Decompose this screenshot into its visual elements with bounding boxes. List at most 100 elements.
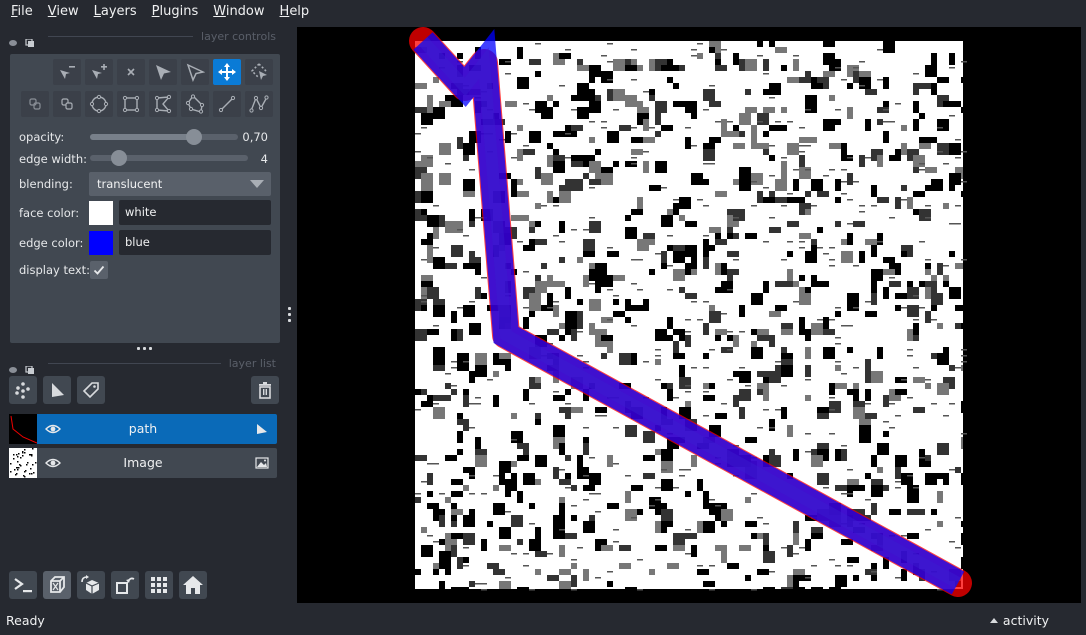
face-color-swatch[interactable] — [89, 201, 113, 225]
opacity-label: opacity: — [19, 130, 65, 144]
roll-cube-icon — [81, 575, 100, 594]
points-icon — [15, 382, 30, 399]
add-polygon-button[interactable] — [181, 91, 209, 117]
layer-controls-title: layer controls — [201, 29, 276, 43]
edge-width-value: 4 — [260, 152, 268, 166]
console-icon — [14, 578, 32, 593]
move-front-button[interactable] — [53, 91, 81, 117]
menu-file[interactable]: File — [4, 1, 41, 23]
layer-list-title: layer list — [228, 356, 276, 370]
opacity-slider-fill — [90, 134, 194, 140]
shapes-icon — [52, 383, 64, 397]
select-shape-button[interactable] — [149, 59, 177, 85]
face-color-label: face color: — [19, 206, 80, 220]
move-front-icon — [61, 98, 73, 110]
layer-controls-header: layer controls — [8, 29, 276, 47]
menu-view[interactable]: View — [41, 1, 87, 23]
display-text-checkbox[interactable] — [90, 261, 108, 279]
grid-icon — [151, 577, 167, 593]
tag-icon — [82, 382, 99, 399]
ellipse-icon — [89, 94, 109, 114]
dock-splitter-handle[interactable] — [288, 307, 291, 322]
select-vertex-button[interactable] — [181, 59, 209, 85]
home-icon — [183, 576, 203, 594]
transform-icon — [250, 63, 267, 80]
add-line-button[interactable] — [213, 91, 241, 117]
grid-view-button[interactable] — [145, 571, 173, 599]
activity-button[interactable]: activity — [989, 613, 1049, 628]
panel-splitter-handle[interactable] — [137, 347, 152, 350]
menu-bar: File View Layers Plugins Window Help — [0, 0, 1086, 24]
layer-list-header: layer list — [8, 356, 276, 374]
polygon-lasso-icon — [154, 94, 172, 114]
opacity-slider[interactable] — [90, 129, 238, 145]
edge-width-slider-handle[interactable] — [110, 150, 127, 166]
expand-up-icon — [989, 618, 998, 623]
status-text: Ready — [6, 613, 45, 628]
remove-vertex-button[interactable] — [53, 59, 81, 85]
layer-row-image[interactable]: Image — [9, 448, 277, 478]
new-shapes-layer-button[interactable] — [43, 376, 71, 404]
canvas-scene — [409, 27, 972, 597]
console-button[interactable] — [9, 571, 37, 599]
close-panel-icon[interactable] — [25, 359, 35, 374]
activity-label: activity — [1002, 613, 1049, 628]
dropdown-arrow-icon — [250, 180, 264, 188]
face-color-value: white — [125, 205, 157, 219]
ndisplay-toggle-button[interactable] — [43, 571, 71, 599]
close-icon — [127, 68, 135, 76]
opacity-value: 0,70 — [242, 130, 268, 144]
roll-dims-button[interactable] — [77, 571, 105, 599]
layer-thumbnail — [9, 448, 37, 478]
add-path-button[interactable] — [245, 91, 273, 117]
arrow-filled-icon — [156, 65, 171, 80]
edge-color-input[interactable]: blue — [119, 230, 271, 255]
add-ellipse-button[interactable] — [85, 91, 113, 117]
3d-cube-wireframe-icon — [50, 576, 65, 593]
rectangle-icon — [122, 95, 140, 113]
float-panel-icon[interactable] — [8, 32, 18, 46]
image-layer-type-icon — [255, 457, 269, 469]
trash-icon — [259, 382, 271, 399]
add-vertex-button[interactable] — [85, 59, 113, 85]
blending-value: translucent — [97, 177, 163, 191]
edge-color-value: blue — [125, 235, 150, 249]
blending-select[interactable]: translucent — [89, 172, 271, 196]
layer-controls-panel: opacity: 0,70 edge width: 4 blending: tr… — [10, 54, 280, 343]
remove-vertex-icon — [60, 66, 75, 79]
menu-window[interactable]: Window — [206, 1, 272, 23]
transform-button[interactable] — [245, 59, 273, 85]
menu-help[interactable]: Help — [273, 1, 318, 23]
close-panel-icon[interactable] — [25, 32, 35, 47]
add-polygon-lasso-button[interactable] — [149, 91, 177, 117]
edge-color-label: edge color: — [19, 236, 84, 250]
edge-width-slider[interactable] — [90, 150, 248, 166]
pan-zoom-button[interactable] — [213, 59, 241, 85]
delete-layer-button[interactable] — [251, 376, 279, 404]
face-color-input[interactable]: white — [119, 200, 271, 225]
add-vertex-icon — [92, 64, 107, 79]
reset-view-button[interactable] — [179, 571, 207, 599]
float-panel-icon[interactable] — [8, 359, 18, 373]
new-labels-layer-button[interactable] — [77, 376, 105, 404]
move-back-button[interactable] — [21, 91, 49, 117]
path-icon — [249, 95, 269, 113]
checkmark-icon — [93, 265, 105, 275]
layer-name: path — [128, 421, 158, 436]
display-text-label: display text: — [19, 263, 91, 277]
transpose-icon — [116, 577, 135, 594]
viewer-canvas[interactable] — [297, 27, 1081, 603]
polygon-icon — [185, 94, 205, 114]
add-rectangle-button[interactable] — [117, 91, 145, 117]
move-arrows-icon — [218, 63, 236, 81]
layer-row-path[interactable]: path — [9, 414, 277, 444]
edge-width-label: edge width: — [19, 152, 87, 166]
blending-label: blending: — [19, 177, 73, 191]
delete-shape-button[interactable] — [117, 59, 145, 85]
new-points-layer-button[interactable] — [9, 376, 37, 404]
edge-color-swatch[interactable] — [89, 231, 113, 255]
menu-plugins[interactable]: Plugins — [145, 1, 207, 23]
transpose-dims-button[interactable] — [111, 571, 139, 599]
opacity-slider-handle[interactable] — [185, 129, 202, 145]
menu-layers[interactable]: Layers — [87, 1, 145, 23]
